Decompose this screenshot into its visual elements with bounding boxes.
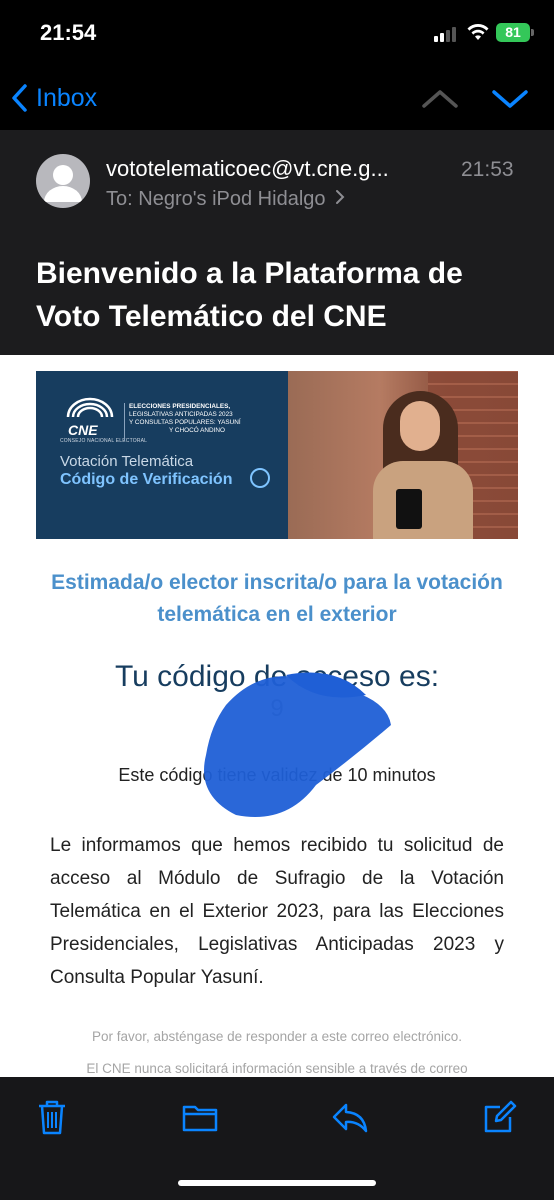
election-line-1: ELECCIONES PRESIDENCIALES, — [129, 403, 231, 410]
chevron-left-icon — [12, 84, 27, 112]
back-label: Inbox — [36, 83, 98, 112]
chevron-down-icon[interactable] — [490, 84, 530, 114]
redaction-scribble — [204, 672, 391, 817]
signal-icon — [434, 26, 460, 42]
cne-logo-text: CNE — [68, 422, 98, 438]
mail-header: vototelematicoec@vt.cne.g... 21:53 To: N… — [0, 130, 554, 355]
status-bar: 21:54 81 — [0, 0, 554, 64]
battery-indicator: 81 — [496, 23, 530, 42]
sender-address[interactable]: vototelematicoec@vt.cne.g... — [106, 156, 451, 182]
folder-icon[interactable] — [180, 1097, 220, 1137]
chevron-up-icon[interactable] — [420, 84, 460, 114]
footer-note-1: Por favor, absténgase de responder a est… — [92, 1029, 462, 1044]
election-line-3: Y CONSULTAS POPULARES: YASUNÍ — [129, 419, 241, 426]
compose-icon[interactable] — [480, 1097, 520, 1137]
reply-icon[interactable] — [330, 1097, 370, 1137]
thumbs-up-icon — [250, 468, 270, 488]
greeting-heading: Estimada/o elector inscrita/o para la vo… — [51, 571, 503, 626]
banner-line-1: Votación Telemática — [60, 453, 194, 470]
status-time: 21:54 — [40, 20, 97, 45]
banner-line-2: Código de Verificación — [60, 471, 233, 488]
election-label: ELECCIONES PRESIDENCIALES, LEGISLATIVAS … — [124, 403, 241, 441]
battery-nub — [531, 29, 534, 36]
election-line-4: Y CHOCÓ ANDINO — [169, 427, 225, 434]
nav-bar: Inbox — [0, 64, 554, 130]
to-prefix: To: — [106, 188, 133, 210]
person-icon — [44, 165, 82, 202]
mail-subject: Bienvenido a la Plataforma de Voto Telem… — [36, 257, 463, 333]
footer-note-2: El CNE nunca solicitará información sens… — [86, 1061, 468, 1076]
home-indicator[interactable] — [178, 1180, 376, 1186]
back-to-inbox-button[interactable]: Inbox — [10, 78, 97, 118]
mail-body: CNE CONSEJO NACIONAL ELECTORAL ELECCIONE… — [0, 355, 554, 1077]
mail-time: 21:53 — [461, 158, 514, 181]
trash-icon[interactable] — [32, 1097, 72, 1137]
info-paragraph: Le informamos que hemos recibido tu soli… — [50, 835, 504, 988]
banner-photo — [288, 371, 518, 539]
chevron-right-icon — [336, 190, 345, 204]
recipient-name: Negro's iPod Hidalgo — [138, 188, 326, 210]
avatar[interactable] — [36, 154, 90, 208]
cne-banner: CNE CONSEJO NACIONAL ELECTORAL ELECCIONE… — [36, 371, 518, 539]
wifi-icon — [467, 24, 489, 40]
election-line-2: LEGISLATIVAS ANTICIPADAS 2023 — [129, 411, 233, 418]
recipient-line[interactable]: To: Negro's iPod Hidalgo — [106, 188, 345, 211]
